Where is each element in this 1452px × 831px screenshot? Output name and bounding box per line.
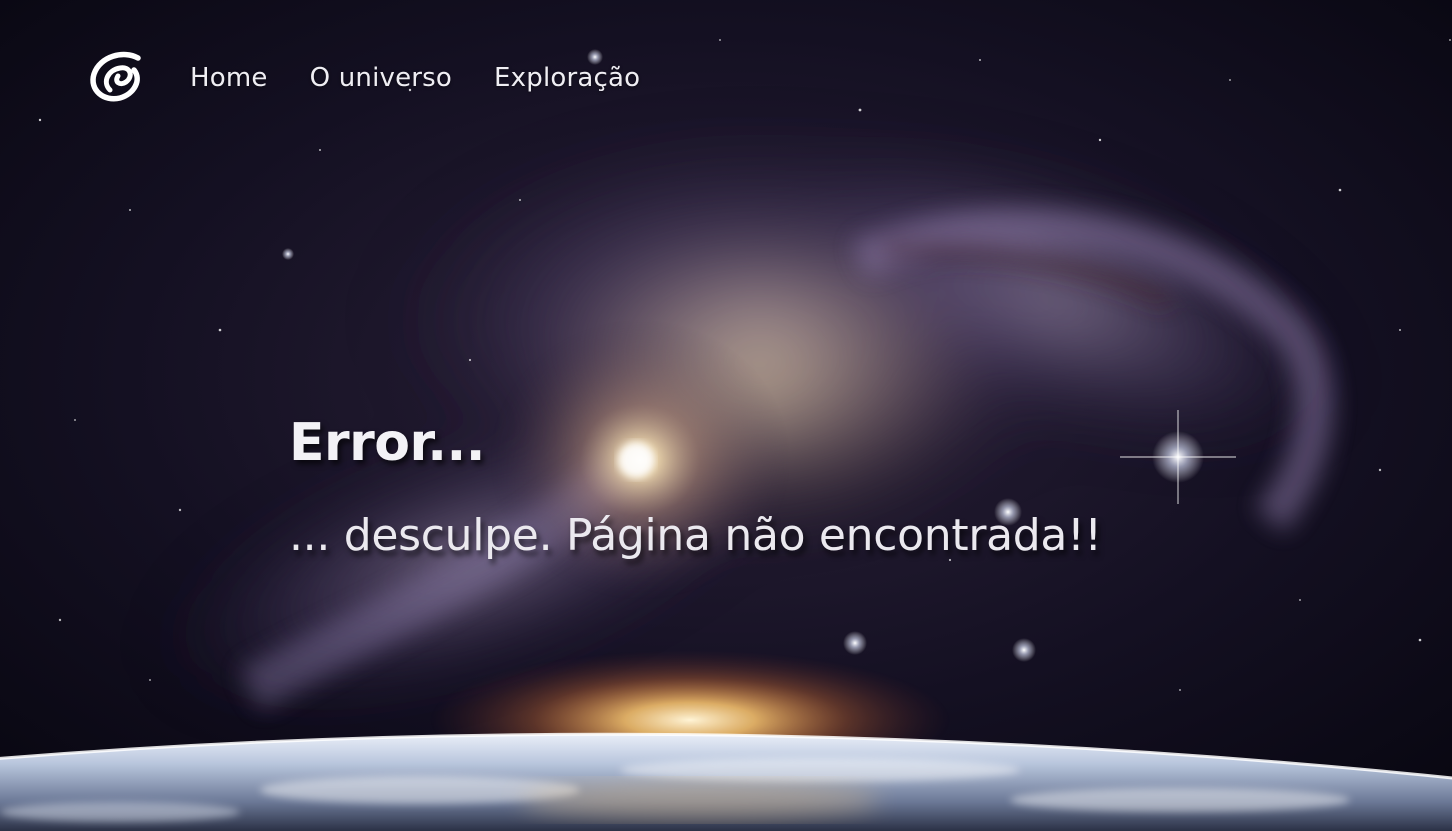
error-message: Error... ... desculpe. Página não encont… <box>289 408 1289 562</box>
nav-link-home[interactable]: Home <box>190 63 268 93</box>
error-subtitle: ... desculpe. Página não encontrada!! <box>289 510 1102 561</box>
nav-links: Home O universo Exploração <box>190 63 640 93</box>
error-page: Home O universo Exploração Error... ... … <box>0 0 1452 831</box>
error-title: Error... <box>289 413 486 473</box>
swirl-logo-icon[interactable] <box>86 48 150 108</box>
main-nav: Home O universo Exploração <box>86 48 640 108</box>
nav-link-o-universo[interactable]: O universo <box>310 63 452 93</box>
nav-link-exploracao[interactable]: Exploração <box>494 63 640 93</box>
